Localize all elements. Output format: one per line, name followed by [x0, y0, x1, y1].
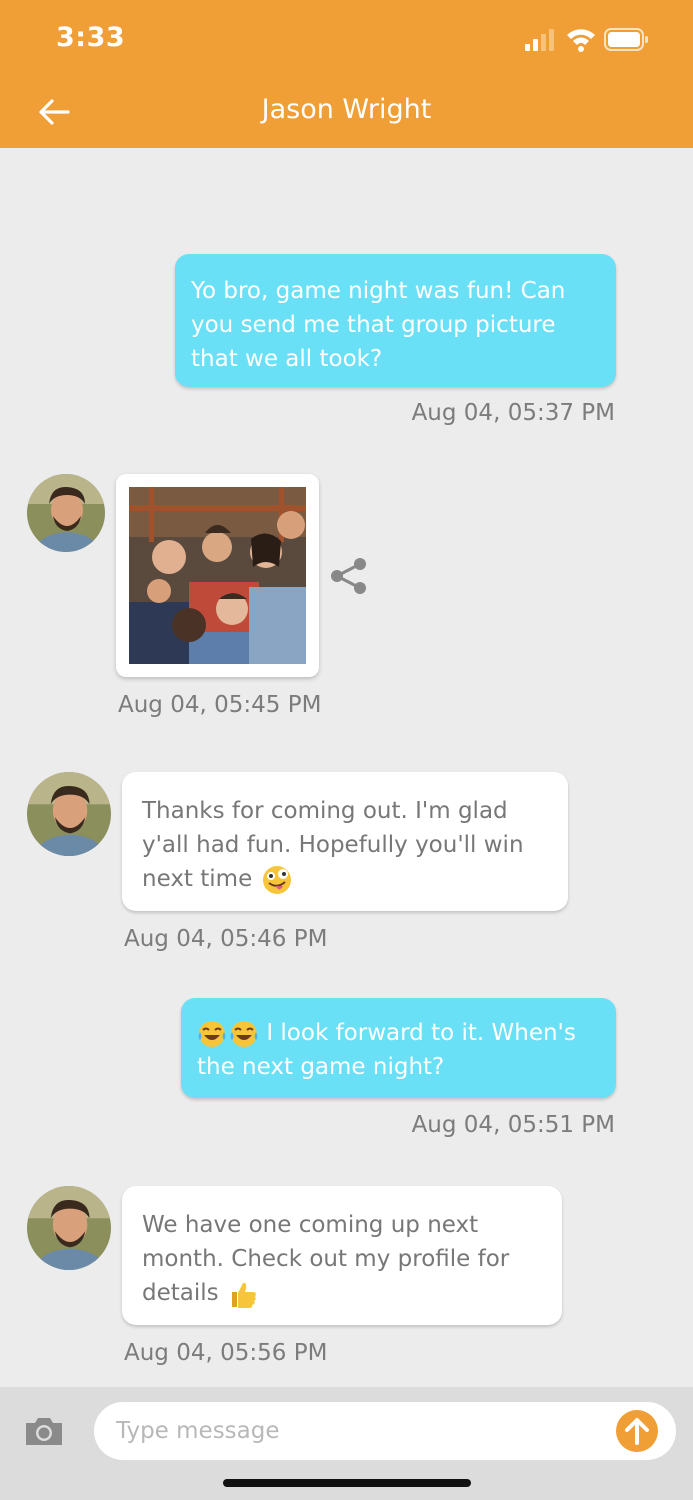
avatar-photo: [27, 1186, 111, 1270]
message-bubble-incoming: Thanks for coming out. I'm glad y'all ha…: [122, 772, 568, 911]
message-text: Yo bro, game night was fun! Can you send…: [191, 278, 566, 372]
tears-of-joy-emoji-icon: [198, 1020, 226, 1047]
status-icons: [525, 28, 648, 52]
message-bubble-outgoing: Yo bro, game night was fun! Can you send…: [175, 254, 616, 387]
message-bubble-outgoing: I look forward to it. When's the next ga…: [181, 998, 616, 1098]
message-timestamp: Aug 04, 05:37 PM: [411, 400, 615, 426]
tears-of-joy-emoji-icon: [230, 1020, 258, 1047]
send-arrow-up-icon[interactable]: [615, 1409, 659, 1453]
page-title: Jason Wright: [261, 94, 432, 125]
shared-photo[interactable]: [116, 474, 319, 677]
avatar[interactable]: [27, 474, 105, 552]
message-timestamp: Aug 04, 05:45 PM: [118, 692, 322, 718]
battery-icon: [604, 28, 648, 51]
share-icon[interactable]: [328, 556, 370, 596]
message-timestamp: Aug 04, 05:51 PM: [411, 1112, 615, 1138]
camera-icon[interactable]: [24, 1415, 64, 1447]
message-text: We have one coming up next month. Check …: [142, 1212, 510, 1306]
status-time: 3:33: [56, 22, 126, 53]
avatar-photo: [27, 474, 105, 552]
wifi-icon: [567, 29, 595, 52]
avatar[interactable]: [27, 1186, 111, 1270]
message-timestamp: Aug 04, 05:46 PM: [124, 926, 328, 952]
zany-face-emoji-icon: [262, 865, 291, 894]
message-text: Thanks for coming out. I'm glad y'all ha…: [142, 798, 524, 892]
message-bubble-incoming: We have one coming up next month. Check …: [122, 1186, 562, 1325]
thumbs-up-emoji-icon: [231, 1282, 256, 1308]
message-timestamp: Aug 04, 05:56 PM: [124, 1340, 328, 1366]
avatar[interactable]: [27, 772, 111, 856]
message-input[interactable]: [94, 1402, 676, 1460]
home-indicator: [223, 1479, 471, 1487]
header: 3:33 Jason Wright: [0, 0, 693, 148]
signal-icon: [525, 29, 554, 51]
avatar-photo: [27, 772, 111, 856]
group-photo: [129, 487, 306, 664]
